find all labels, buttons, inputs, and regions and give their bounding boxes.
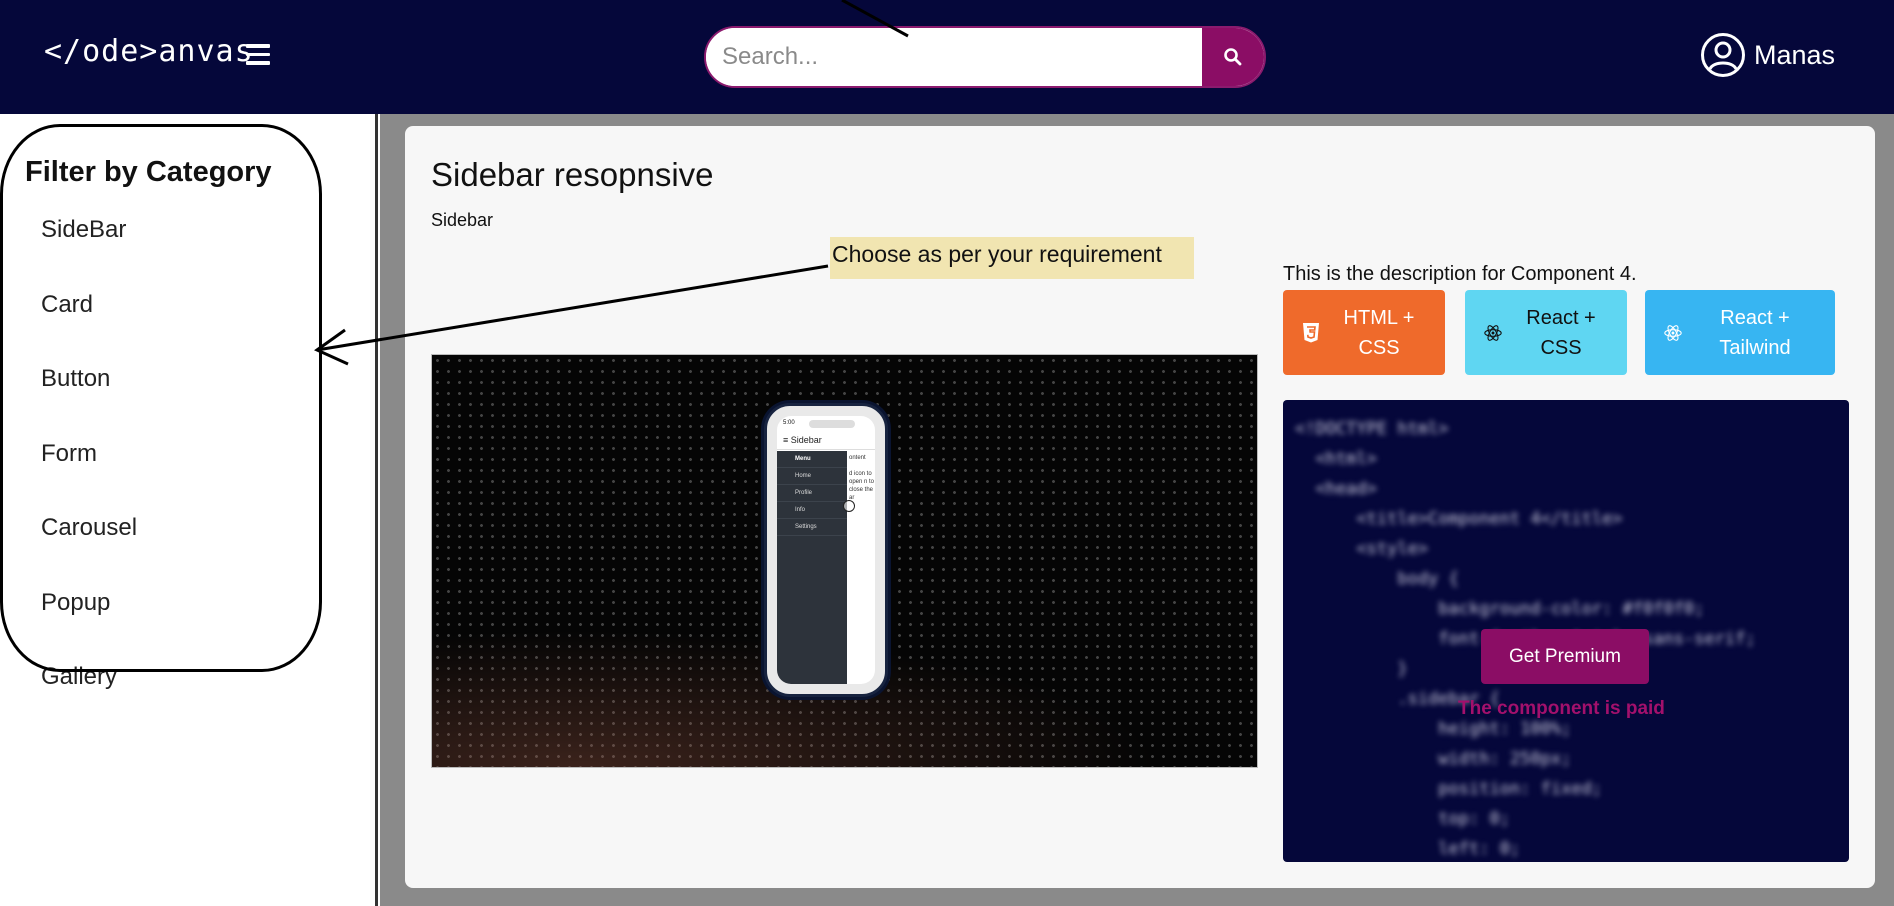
phone-menu-item: Info [777,502,847,519]
user-name: Manas [1754,39,1836,70]
phone-content-text: d icon to open n to close the ar [849,471,875,501]
paid-notice: The component is paid [1458,698,1665,719]
search-button[interactable] [1202,28,1264,86]
phone-menu-item: Settings [777,519,847,536]
filter-item-card[interactable]: Card [41,291,93,319]
filter-item-form[interactable]: Form [41,440,97,468]
component-description: This is the description for Component 4. [1283,263,1637,285]
component-title: Sidebar resopnsive [431,156,714,193]
code-line: background-color: #f0f0f0; [1295,599,1705,619]
phone-app-header: ≡ Sidebar [777,432,875,450]
codecanvas-logo[interactable]: </ode>anvas [44,34,254,69]
code-line: top: 0; [1295,809,1510,829]
code-line: <head> [1295,479,1377,499]
react-tailwind-label: React + Tailwind [1719,306,1791,359]
phone-menu-item: Profile [777,485,847,502]
search-input[interactable] [706,28,1206,86]
phone-notch [809,420,855,428]
filter-item-gallery[interactable]: Gallery [41,663,117,691]
touch-indicator-icon [843,500,855,512]
code-line: left: 0; [1295,839,1521,859]
phone-side-menu: Menu Home Profile Info Settings [777,451,847,684]
html-css-button[interactable]: HTML + CSS [1283,290,1445,375]
code-line: <title>Component 4</title> [1295,509,1623,529]
react-icon [1664,324,1682,341]
user-profile[interactable]: Manas [1700,32,1835,78]
filter-item-popup[interactable]: Popup [41,589,110,617]
user-circle-icon [1701,33,1745,77]
react-css-button[interactable]: React + CSS [1465,290,1627,375]
phone-mockup: 5:00 ≡ Sidebar ontent d icon to open n t… [764,403,888,697]
phone-time: 5:00 [783,420,795,426]
top-navbar: </ode>anvas Manas [0,0,1894,114]
hamburger-icon[interactable] [246,44,274,68]
phone-content-heading: ontent [849,455,866,461]
html-css-label: HTML + CSS [1343,306,1415,359]
code-line: width: 250px; [1295,749,1572,769]
code-line: <html> [1295,449,1377,469]
react-icon [1484,324,1502,341]
code-line: position: fixed; [1295,779,1603,799]
filter-item-sidebar[interactable]: SideBar [41,216,126,244]
phone-app-title: Sidebar [790,435,822,445]
get-premium-button[interactable]: Get Premium [1481,629,1649,684]
html5-icon [1303,322,1319,342]
component-preview-image: 5:00 ≡ Sidebar ontent d icon to open n t… [431,354,1258,768]
search-bar [704,26,1266,88]
code-line: <!DOCTYPE html> [1295,419,1449,439]
phone-content: ontent d icon to open n to close the ar [849,454,875,502]
react-tailwind-button[interactable]: React + Tailwind [1645,290,1835,375]
phone-screen: 5:00 ≡ Sidebar ontent d icon to open n t… [777,416,875,684]
filter-item-carousel[interactable]: Carousel [41,514,137,542]
phone-menu-title: Menu [777,451,847,468]
component-category: Sidebar [431,210,494,230]
search-icon [1224,48,1242,66]
react-css-label: React + CSS [1526,306,1596,359]
filter-item-button[interactable]: Button [41,365,110,393]
code-line: body { [1295,569,1459,589]
code-line: <style> [1295,539,1429,559]
filter-title: Filter by Category [25,156,272,188]
phone-menu-item: Home [777,468,847,485]
annotation-label: Choose as per your requirement [830,237,1194,279]
